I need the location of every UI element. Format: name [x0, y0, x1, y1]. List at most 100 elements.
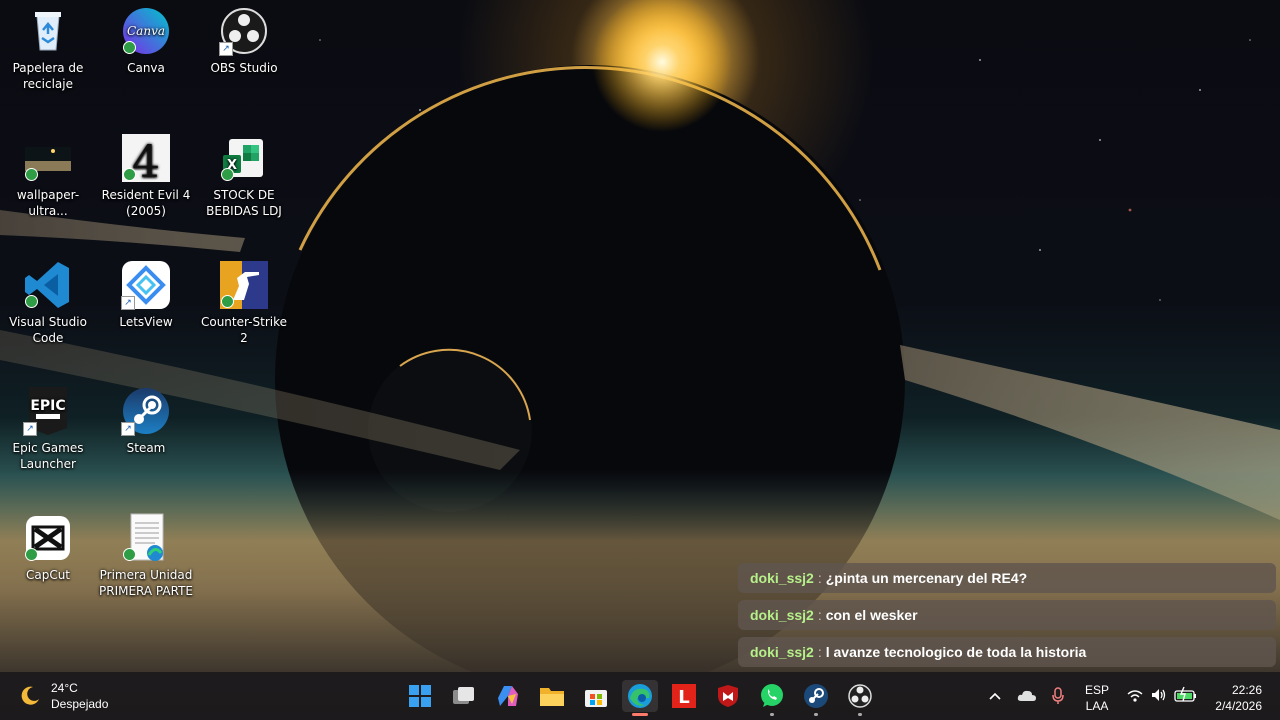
start-button[interactable] — [402, 680, 438, 712]
steam-icon: ↗ — [121, 386, 171, 436]
lenovo-glyph: L — [678, 687, 689, 708]
active-indicator — [632, 713, 648, 716]
desktop-icon-label: Epic Games Launcher — [12, 441, 84, 471]
re4-glyph: 4 — [132, 137, 160, 183]
letsview-icon: ↗ — [121, 260, 171, 310]
mcafee-shield-icon — [718, 685, 738, 707]
sync-status-icon — [221, 168, 234, 181]
running-indicator — [858, 713, 862, 716]
desktop-icon-wallpaper[interactable]: wallpaper-ultra... — [0, 133, 96, 219]
clock-date: 2/4/2026 — [1215, 699, 1262, 713]
show-hidden-icons-button[interactable] — [986, 686, 1004, 706]
obs-taskbar-button[interactable] — [842, 680, 878, 716]
sync-status-icon — [221, 295, 234, 308]
task-view-button[interactable] — [446, 680, 482, 712]
desktop-icon-resident-evil-4[interactable]: 4 Resident Evil 4 (2005) — [98, 133, 194, 219]
copilot-button[interactable] — [490, 680, 526, 712]
shortcut-arrow-icon: ↗ — [219, 42, 233, 56]
desktop-icon-label: Primera Unidad PRIMERA PARTE — [99, 568, 193, 598]
desktop-icon-obs-studio[interactable]: ↗ OBS Studio — [196, 6, 292, 76]
sync-status-icon — [123, 168, 136, 181]
shortcut-arrow-icon: ↗ — [121, 422, 135, 436]
counter-strike-icon — [219, 260, 269, 310]
language-indicator[interactable]: ESP LAA — [1078, 680, 1116, 714]
microphone-button[interactable] — [1050, 686, 1066, 706]
steam-taskbar-button[interactable] — [798, 680, 834, 716]
desktop-icon-label: wallpaper-ultra... — [16, 188, 80, 218]
sync-status-icon — [25, 548, 38, 561]
desktop-icon-label: OBS Studio — [210, 61, 278, 75]
chat-message: doki_ssj2: con el wesker — [738, 600, 1276, 630]
desktop-icon-epic-games[interactable]: EPIC ↗ Epic Games Launcher — [0, 386, 96, 472]
chat-message: doki_ssj2: ¿pinta un mercenary del RE4? — [738, 563, 1276, 593]
desktop-icon-recycle-bin[interactable]: Papelera de reciclaje — [0, 6, 96, 92]
running-indicator — [814, 713, 818, 716]
whatsapp-button[interactable] — [754, 680, 790, 716]
chat-username: doki_ssj2 — [750, 607, 814, 623]
windows-logo-icon — [409, 685, 431, 707]
onedrive-button[interactable] — [1016, 686, 1038, 706]
capcut-icon — [23, 513, 73, 563]
whatsapp-icon — [761, 684, 783, 707]
chat-message: doki_ssj2: l avanze tecnologico de toda l… — [738, 637, 1276, 667]
desktop-icon-canva[interactable]: Canva Canva — [98, 6, 194, 76]
keyboard-layout: LAA — [1085, 699, 1109, 713]
chat-separator: : — [817, 570, 822, 586]
cloud-icon — [1017, 690, 1036, 701]
shortcut-arrow-icon: ↗ — [23, 422, 37, 436]
microsoft-store-button[interactable] — [578, 680, 614, 712]
desktop-icon-label: CapCut — [25, 568, 71, 582]
weather-widget[interactable]: 24°C Despejado — [18, 680, 128, 712]
taskbar: 24°C Despejado L ESP LAA 22:26 2/4/2026 — [0, 672, 1280, 720]
weather-condition: Despejado — [51, 697, 109, 711]
lenovo-l-icon: L — [672, 684, 696, 708]
sync-status-icon — [25, 168, 38, 181]
store-icon — [585, 690, 607, 707]
clock[interactable]: 22:26 2/4/2026 — [1206, 680, 1272, 714]
volume-icon — [1152, 689, 1166, 701]
chat-text: con el wesker — [825, 607, 918, 623]
excel-file-icon: X — [219, 133, 269, 183]
chat-text: l avanze tecnologico de toda la historia — [825, 644, 1087, 660]
clock-time: 22:26 — [1231, 683, 1262, 697]
desktop-icon-label: STOCK DE BEBIDAS LDJ — [206, 188, 282, 218]
desktop-icon-steam[interactable]: ↗ Steam — [98, 386, 194, 456]
canva-icon: Canva — [121, 6, 171, 56]
chevron-up-icon — [989, 692, 1001, 700]
network-volume-battery-button[interactable] — [1124, 684, 1200, 708]
desktop-icon-primera-unidad[interactable]: Primera Unidad PRIMERA PARTE — [98, 513, 194, 599]
desktop-icon-letsview[interactable]: ↗ LetsView — [98, 260, 194, 330]
desktop-icon-label: Resident Evil 4 (2005) — [101, 188, 191, 218]
chat-text: ¿pinta un mercenary del RE4? — [825, 570, 1028, 586]
chat-separator: : — [817, 644, 822, 660]
shortcut-arrow-icon: ↗ — [121, 296, 135, 310]
desktop-icon-label: Canva — [127, 61, 165, 75]
chat-separator: : — [817, 607, 822, 623]
epic-glyph: EPIC — [30, 398, 65, 414]
desktop-icon-stock-bebidas[interactable]: X STOCK DE BEBIDAS LDJ — [196, 133, 292, 219]
chat-username: doki_ssj2 — [750, 644, 814, 660]
folder-icon — [540, 688, 564, 706]
vscode-icon — [23, 260, 73, 310]
file-explorer-button[interactable] — [534, 680, 570, 712]
desktop-icon-counter-strike-2[interactable]: Counter-Strike 2 — [196, 260, 292, 346]
desktop-icon-capcut[interactable]: CapCut — [0, 513, 96, 583]
recycle-bin-icon — [23, 6, 73, 56]
desktop-icon-label: LetsView — [119, 315, 173, 329]
moon-icon — [21, 686, 39, 705]
edge-button[interactable] — [622, 680, 658, 716]
desktop-icon-label: Papelera de reciclaje — [12, 61, 84, 91]
steam-icon — [804, 684, 828, 708]
desktop-icon-label: Counter-Strike 2 — [200, 315, 287, 345]
desktop-icon-label: Visual Studio Code — [9, 315, 87, 345]
desktop-icon-vscode[interactable]: Visual Studio Code — [0, 260, 96, 346]
obs-icon — [848, 684, 872, 708]
edge-icon — [628, 684, 652, 708]
lenovo-vantage-button[interactable]: L — [666, 680, 702, 712]
mcafee-button[interactable] — [710, 680, 746, 712]
image-file-icon — [23, 133, 73, 183]
wifi-icon — [1127, 690, 1143, 702]
obs-icon: ↗ — [219, 6, 269, 56]
task-view-icon — [453, 687, 474, 704]
epic-games-icon: EPIC ↗ — [23, 386, 73, 436]
